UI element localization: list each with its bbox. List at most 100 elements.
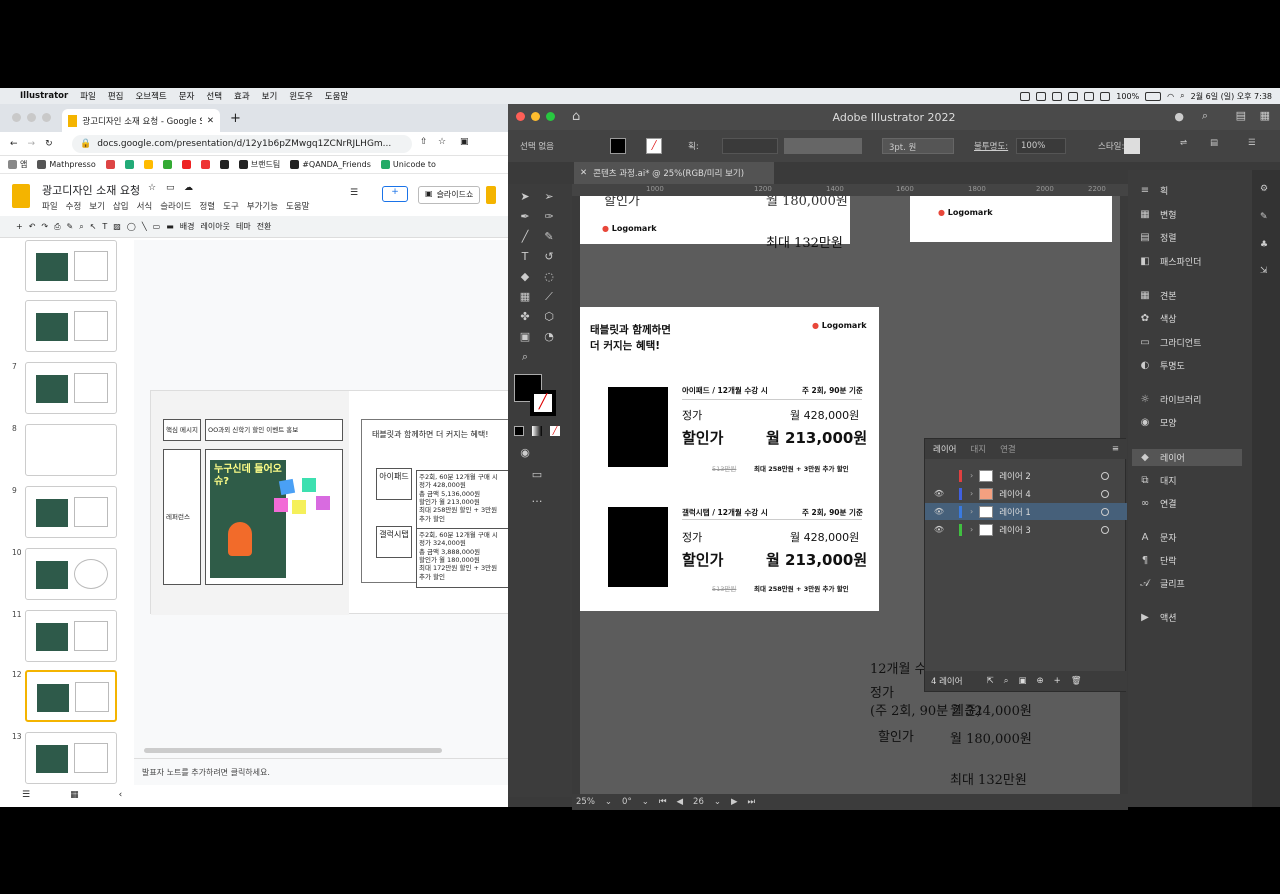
export-layer-icon[interactable]: ⇱ — [987, 676, 994, 686]
print-icon[interactable]: ⎙ — [54, 222, 60, 232]
none-mode-icon[interactable]: ╱ — [550, 426, 560, 436]
eraser-tool-icon[interactable]: ◆ — [518, 270, 532, 284]
prev-artboard-icon[interactable]: ◀ — [676, 797, 683, 807]
zoom-icon[interactable]: ⌕ — [79, 222, 83, 232]
redo-icon[interactable]: ↷ — [41, 222, 48, 231]
doc-menu-arrange[interactable]: 정렬 — [199, 200, 215, 212]
doc-menu-help[interactable]: 도움말 — [286, 200, 309, 212]
tab-links[interactable]: 연결 — [1000, 443, 1016, 455]
slide-thumbnail[interactable] — [25, 610, 117, 662]
panel-gradient[interactable]: ▭ 그라디언트 — [1138, 336, 1201, 350]
slide-thumbnail[interactable] — [25, 486, 117, 538]
present-icon[interactable]: + — [382, 186, 408, 202]
panel-character[interactable]: A 문자 — [1138, 531, 1177, 545]
doc-menu-insert[interactable]: 삽입 — [113, 200, 129, 212]
panel-transform[interactable]: ▦ 변형 — [1138, 208, 1176, 222]
doc-menu-tools[interactable]: 도구 — [223, 200, 239, 212]
properties-icon[interactable]: ⚙ — [1260, 184, 1268, 194]
bookmark-mathpresso[interactable]: Mathpresso — [37, 160, 96, 169]
first-artboard-icon[interactable]: ⏮ — [659, 797, 667, 807]
rotate-view[interactable]: 0° — [622, 797, 632, 807]
artboard[interactable]: ● Logomark — [910, 196, 1112, 242]
fill-swatch[interactable] — [610, 138, 626, 154]
layer-row[interactable]: 👁 › 레이어 4 — [925, 485, 1127, 502]
brush-dropdown[interactable]: 3pt. 원 — [882, 138, 954, 154]
zoom-level[interactable]: 25% — [576, 797, 595, 807]
speaker-notes[interactable]: 발표자 노트를 추가하려면 클릭하세요. — [134, 758, 508, 786]
move-folder-icon[interactable]: ▭ — [166, 183, 175, 193]
curvature-tool-icon[interactable]: ✑ — [542, 210, 556, 224]
panel-actions[interactable]: ▶ 액션 — [1138, 611, 1176, 625]
minimize-window-icon[interactable] — [531, 112, 540, 121]
notion-icon[interactable] — [219, 160, 229, 169]
menu-select[interactable]: 선택 — [206, 90, 222, 102]
zoom-tool-icon[interactable]: ⌕ — [518, 350, 532, 364]
target-icon[interactable] — [1101, 525, 1109, 534]
more-tools-icon[interactable]: … — [530, 492, 544, 506]
close-tab-icon[interactable]: ✕ — [207, 116, 214, 126]
expand-icon[interactable]: › — [970, 507, 973, 516]
extension-icon[interactable]: ▣ — [460, 137, 469, 147]
expand-icon[interactable]: › — [970, 471, 973, 480]
eyedropper-tool-icon[interactable]: ⟋ — [542, 290, 556, 304]
gmail-icon[interactable] — [105, 160, 115, 169]
panel-layers[interactable]: ◆ 레이어 — [1132, 449, 1242, 466]
align-icon[interactable]: ⇌ — [1180, 138, 1187, 148]
share-button[interactable] — [486, 186, 496, 204]
chevron-down-icon[interactable]: ⌄ — [642, 797, 649, 807]
layer-row[interactable]: 👁 › 레이어 3 — [925, 521, 1127, 538]
panel-appearance[interactable]: ◉ 모양 — [1138, 416, 1177, 430]
menu-help[interactable]: 도움말 — [325, 90, 348, 102]
reference-box[interactable]: 누구신데 들어오슈? — [205, 449, 343, 585]
stroke-color-icon[interactable]: ╱ — [530, 390, 556, 416]
draw-mode-icon[interactable]: ◉ — [518, 446, 532, 460]
select-tool-icon[interactable]: ↖ — [90, 222, 97, 231]
back-icon[interactable]: ← — [10, 139, 18, 149]
panel-swatches[interactable]: ▦ 견본 — [1138, 289, 1176, 303]
new-sublayer-icon[interactable]: ⊕ — [1037, 676, 1044, 686]
slide-thumbnail[interactable] — [25, 300, 117, 352]
panel-artboards[interactable]: ⧉ 대지 — [1138, 474, 1176, 488]
status-icon[interactable] — [1084, 91, 1095, 101]
status-icon[interactable] — [1100, 91, 1111, 101]
bookmark-qanda[interactable]: #QANDA_Friends — [290, 160, 371, 169]
menu-edit[interactable]: 편집 — [108, 90, 124, 102]
puppet-warp-tool-icon[interactable]: ✤ — [518, 310, 532, 324]
panel-paragraph[interactable]: ¶ 단락 — [1138, 554, 1177, 568]
collapse-icon[interactable]: ‹ — [119, 790, 123, 800]
close-doc-icon[interactable]: ✕ — [580, 168, 587, 178]
comment-add-icon[interactable]: ▭ — [153, 222, 161, 231]
star-icon[interactable]: ☆ — [148, 183, 156, 193]
target-icon[interactable] — [1101, 507, 1109, 516]
app-menu[interactable]: Illustrator — [20, 91, 68, 101]
chevron-down-icon[interactable]: ⌄ — [714, 797, 721, 807]
expand-icon[interactable]: › — [970, 489, 973, 498]
type-tool-icon[interactable]: T — [518, 250, 532, 264]
filmstrip-view-icon[interactable]: ▦ — [70, 790, 79, 800]
gradient-mode-icon[interactable] — [532, 426, 542, 436]
toolbar-theme[interactable]: 테마 — [236, 221, 251, 232]
menu-window[interactable]: 윈도우 — [289, 90, 312, 102]
slides-logo-icon[interactable] — [12, 184, 30, 208]
next-artboard-icon[interactable]: ▶ — [731, 797, 738, 807]
zoom-window-icon[interactable] — [42, 113, 51, 122]
doc-menu-file[interactable]: 파일 — [42, 200, 58, 212]
shape-builder-tool-icon[interactable]: ⬡ — [542, 310, 556, 324]
bookmark-star-icon[interactable]: ☆ — [438, 137, 446, 147]
sheets-icon[interactable] — [124, 160, 134, 169]
doc-menu-view[interactable]: 보기 — [89, 200, 105, 212]
slideshow-button[interactable]: ▣ 슬라이드쇼 — [418, 186, 481, 204]
status-icon[interactable] — [1068, 91, 1079, 101]
locate-object-icon[interactable]: ⌕ — [1004, 676, 1009, 686]
right-content-box[interactable]: 태블릿과 함께하면 더 커지는 혜택! 아이패드 주2회, 60분 12개월 구… — [361, 419, 512, 588]
eye-icon[interactable]: 👁 — [933, 525, 945, 534]
layer-row[interactable]: › 레이어 2 — [925, 467, 1127, 484]
pinterest-icon[interactable] — [200, 160, 210, 169]
youtube-icon[interactable] — [181, 160, 191, 169]
textbox-icon[interactable]: T — [102, 222, 107, 231]
shape-icon[interactable]: ◯ — [127, 222, 136, 231]
slide-thumbnail[interactable] — [25, 424, 117, 476]
brushes-icon[interactable]: ✎ — [1260, 212, 1268, 222]
direct-selection-tool-icon[interactable]: ➢ — [542, 190, 556, 204]
bookmark-brand[interactable]: 브랜드팀 — [238, 159, 280, 170]
